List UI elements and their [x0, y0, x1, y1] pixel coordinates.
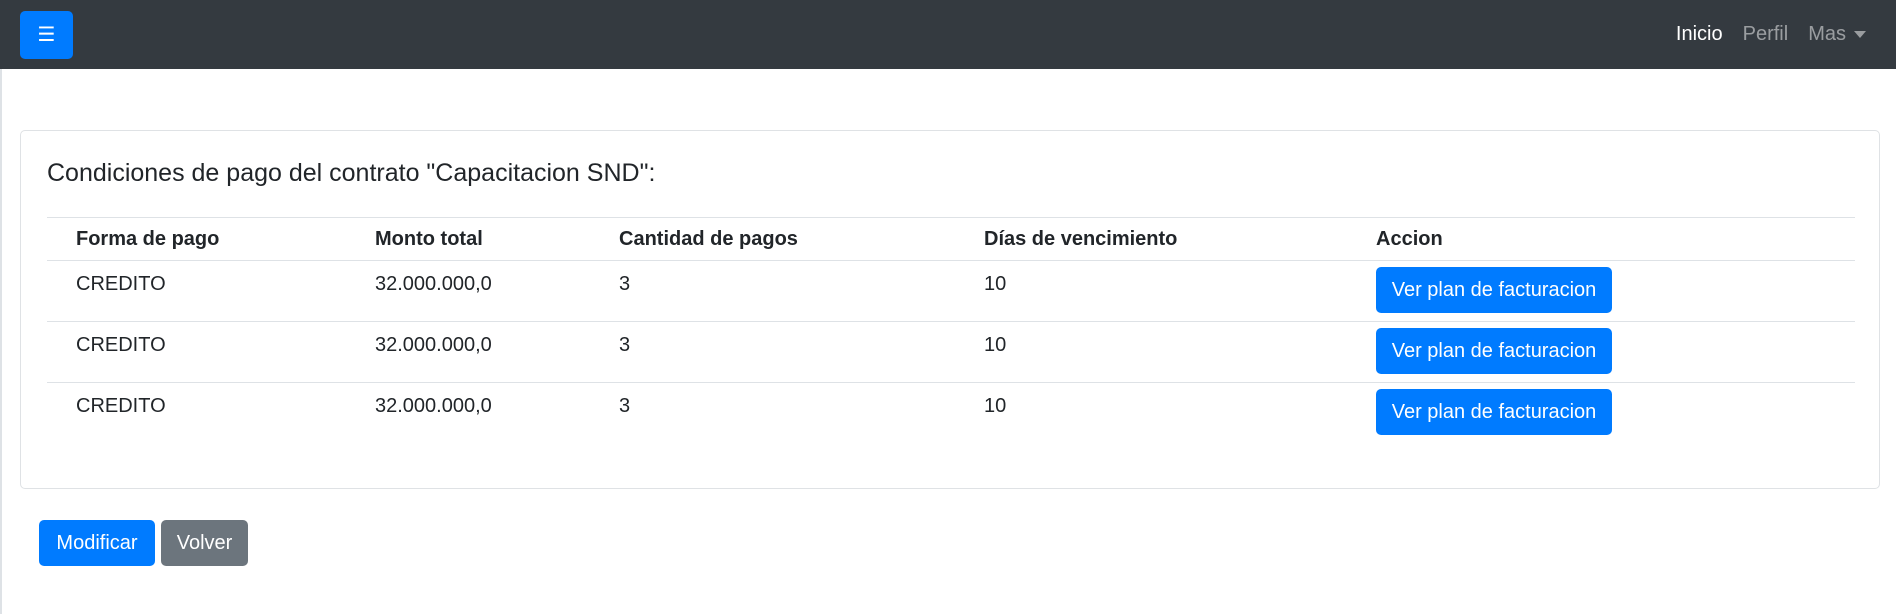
cell-forma-de-pago: CREDITO	[76, 395, 166, 417]
card-title: Condiciones de pago del contrato "Capaci…	[47, 159, 656, 187]
table-row: CREDITO 32.000.000,0 3 10 Ver plan de fa…	[47, 322, 1855, 383]
column-header-accion: Accion	[1376, 228, 1443, 250]
ver-plan-facturacion-button[interactable]: Ver plan de facturacion	[1376, 389, 1612, 435]
cell-cantidad-de-pagos: 3	[619, 273, 631, 295]
cell-dias-de-vencimiento: 10	[984, 395, 1007, 417]
form-actions: Modificar Volver	[39, 520, 248, 566]
table-row: CREDITO 32.000.000,0 3 10 Ver plan de fa…	[47, 261, 1855, 322]
top-navbar: ☰ Inicio Perfil Mas	[0, 0, 1896, 69]
back-button[interactable]: Volver	[161, 520, 248, 566]
nav-link-inicio[interactable]: Inicio	[1666, 23, 1733, 46]
table-row: CREDITO 32.000.000,0 3 10 Ver plan de fa…	[47, 383, 1855, 444]
cell-accion: Ver plan de facturacion	[1347, 261, 1855, 322]
cell-forma-de-pago: CREDITO	[76, 334, 166, 356]
nav-dropdown-mas[interactable]: Mas	[1798, 23, 1876, 46]
cell-monto-total: 32.000.000,0	[375, 334, 492, 356]
page-left-border	[0, 69, 2, 614]
hamburger-icon: ☰	[37, 24, 56, 46]
cell-cantidad-de-pagos: 3	[619, 334, 631, 356]
cell-accion: Ver plan de facturacion	[1347, 383, 1855, 444]
table-header-row: Forma de pago Monto total Cantidad de pa…	[47, 217, 1855, 261]
column-header-cantidad-de-pagos: Cantidad de pagos	[619, 228, 798, 250]
cell-dias-de-vencimiento: 10	[984, 334, 1007, 356]
cell-monto-total: 32.000.000,0	[375, 395, 492, 417]
column-header-monto-total: Monto total	[375, 228, 483, 250]
caret-down-icon	[1854, 31, 1866, 38]
payment-conditions-card: Condiciones de pago del contrato "Capaci…	[20, 130, 1880, 489]
column-header-forma-de-pago: Forma de pago	[76, 228, 220, 250]
ver-plan-facturacion-button[interactable]: Ver plan de facturacion	[1376, 267, 1612, 313]
nav-link-perfil[interactable]: Perfil	[1733, 23, 1799, 46]
cell-dias-de-vencimiento: 10	[984, 273, 1007, 295]
cell-cantidad-de-pagos: 3	[619, 395, 631, 417]
column-header-dias-de-vencimiento: Días de vencimiento	[984, 228, 1178, 250]
cell-accion: Ver plan de facturacion	[1347, 322, 1855, 383]
ver-plan-facturacion-button[interactable]: Ver plan de facturacion	[1376, 328, 1612, 374]
nav-links: Inicio Perfil Mas	[1666, 23, 1876, 46]
cell-monto-total: 32.000.000,0	[375, 273, 492, 295]
cell-forma-de-pago: CREDITO	[76, 273, 166, 295]
menu-toggle-button[interactable]: ☰	[20, 10, 73, 59]
payment-conditions-table: Forma de pago Monto total Cantidad de pa…	[47, 217, 1855, 444]
modify-button[interactable]: Modificar	[39, 520, 155, 566]
nav-dropdown-mas-label: Mas	[1808, 23, 1846, 45]
